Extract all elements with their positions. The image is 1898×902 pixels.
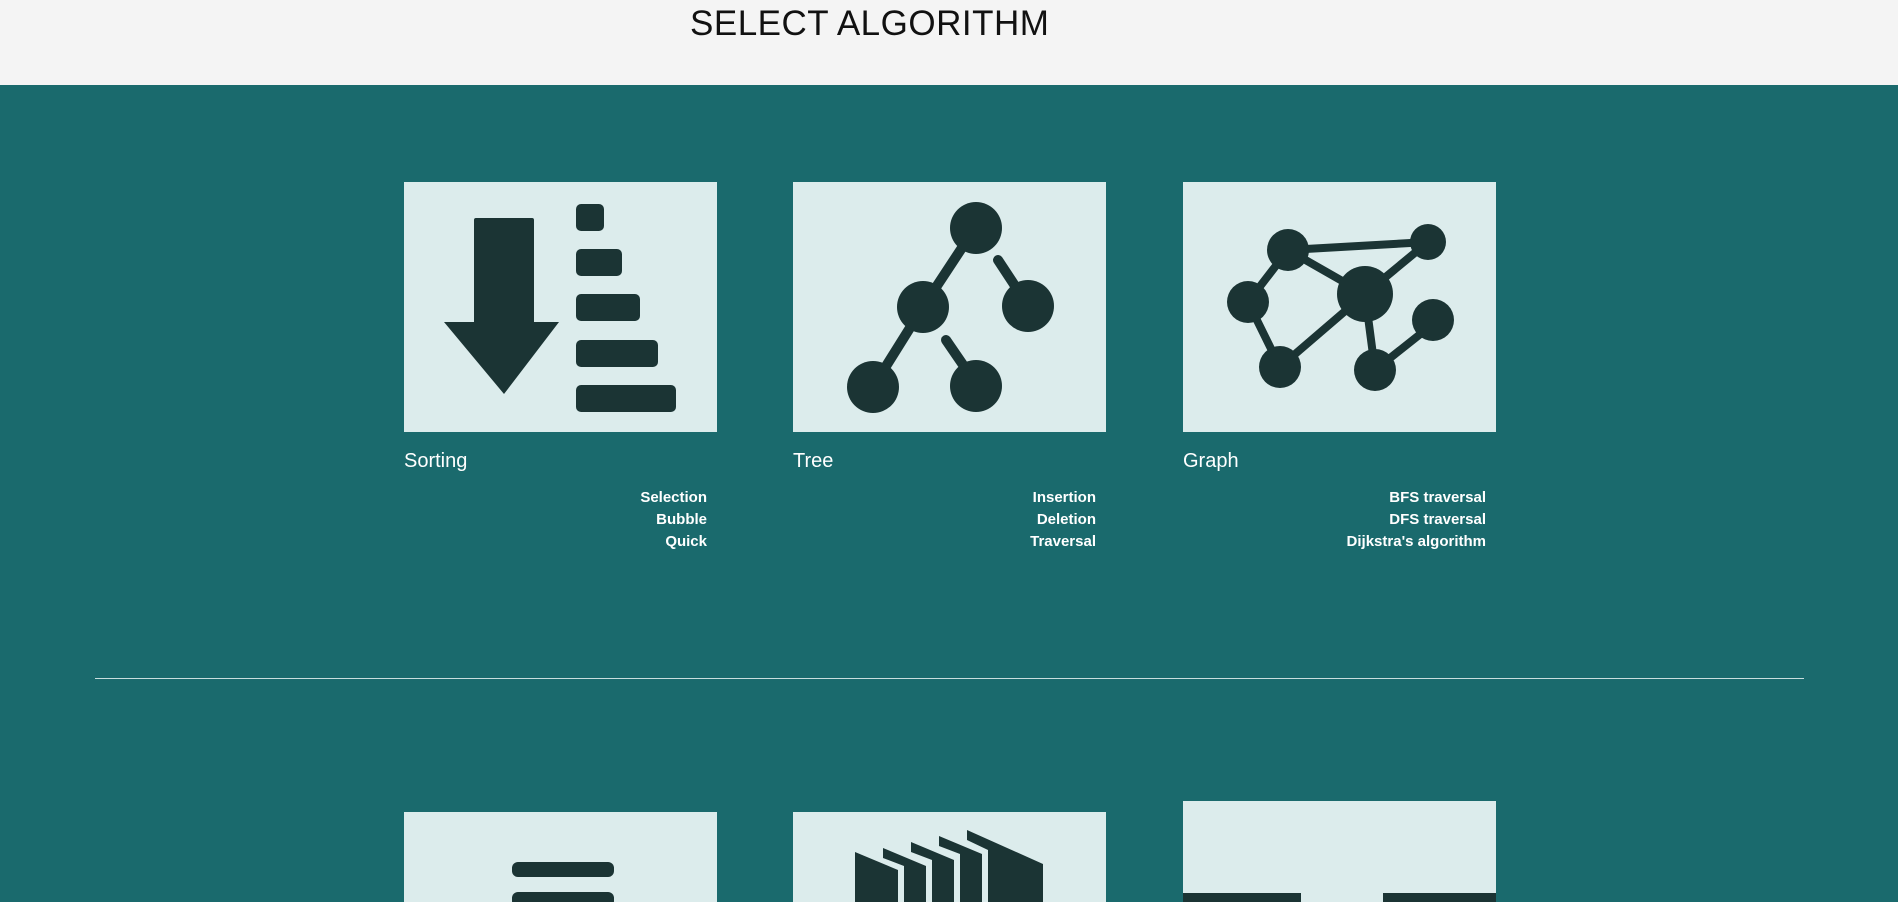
link-bfs-traversal[interactable]: BFS traversal (1183, 487, 1486, 509)
link-tree-deletion[interactable]: Deletion (793, 509, 1096, 531)
card-graph: Graph BFS traversal DFS traversal Dijkst… (1183, 182, 1496, 553)
graph-links: BFS traversal DFS traversal Dijkstra's a… (1183, 487, 1496, 553)
blocks-card-image[interactable] (1183, 801, 1496, 902)
main-content: Sorting Selection Bubble Quick Tree Inse… (0, 85, 1898, 902)
page-title: SELECT ALGORITHM (690, 4, 1050, 43)
graph-label: Graph (1183, 450, 1239, 472)
link-tree-insertion[interactable]: Insertion (793, 487, 1096, 509)
link-quick-sort[interactable]: Quick (404, 531, 707, 553)
stacked-pages-icon (855, 830, 1043, 902)
sorting-links: Selection Bubble Quick (404, 487, 717, 553)
header-bar: SELECT ALGORITHM (0, 0, 1898, 85)
graph-icon (1227, 224, 1454, 391)
card-tree: Tree Insertion Deletion Traversal (793, 182, 1106, 553)
tree-links: Insertion Deletion Traversal (793, 487, 1106, 553)
stacked-pages-card-image[interactable] (793, 812, 1106, 902)
blocks-icon (1183, 893, 1496, 902)
tree-card-image[interactable] (793, 182, 1106, 432)
sorting-label: Sorting (404, 450, 468, 472)
link-tree-traversal[interactable]: Traversal (793, 531, 1096, 553)
card-sorting: Sorting Selection Bubble Quick (404, 182, 717, 553)
section-divider (95, 678, 1804, 679)
link-selection-sort[interactable]: Selection (404, 487, 707, 509)
tree-icon (847, 202, 1054, 413)
sorting-icon (444, 204, 676, 412)
tree-label: Tree (793, 450, 834, 472)
link-dijkstra[interactable]: Dijkstra's algorithm (1183, 531, 1486, 553)
list-card-image[interactable] (404, 812, 717, 902)
graph-card-image[interactable] (1183, 182, 1496, 432)
sorting-card-image[interactable] (404, 182, 717, 432)
link-dfs-traversal[interactable]: DFS traversal (1183, 509, 1486, 531)
link-bubble-sort[interactable]: Bubble (404, 509, 707, 531)
list-icon (512, 862, 614, 902)
